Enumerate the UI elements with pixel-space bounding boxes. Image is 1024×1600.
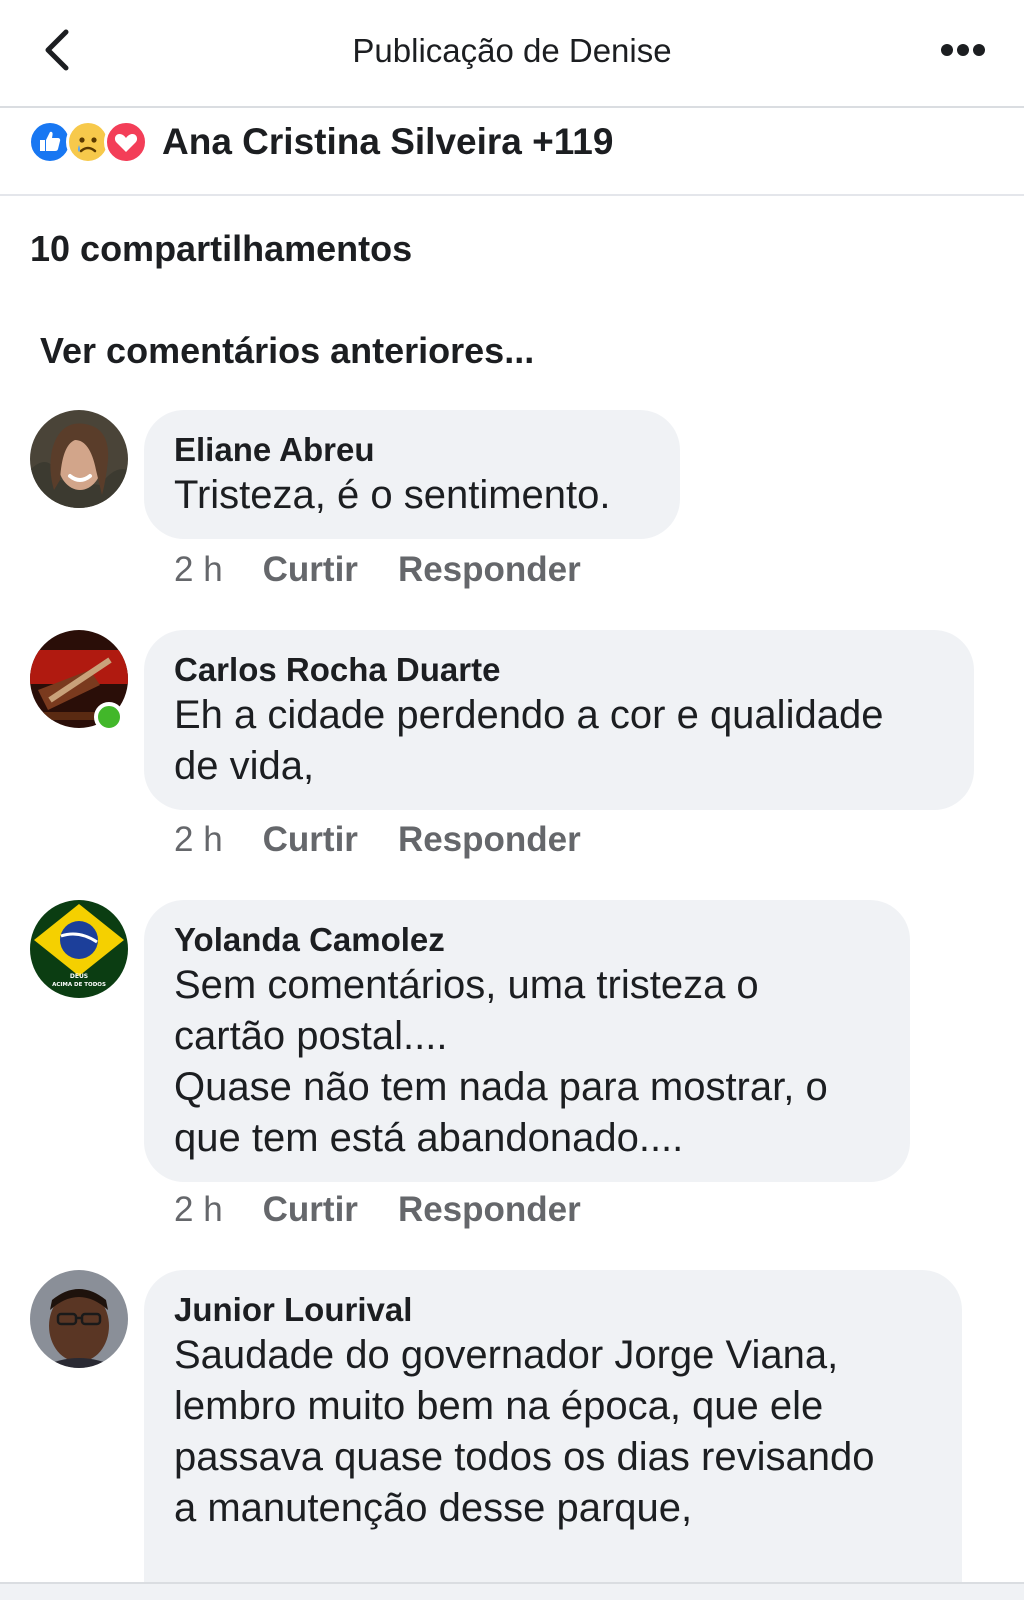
comment-author[interactable]: Junior Lourival xyxy=(174,1290,932,1330)
comment-bubble: Carlos Rocha Duarte Eh a cidade perdendo… xyxy=(144,630,974,810)
comment-text: Tristeza, é o sentimento. xyxy=(174,473,611,517)
like-comment-button[interactable]: Curtir xyxy=(263,550,358,590)
online-status-indicator xyxy=(94,702,124,732)
like-comment-button[interactable]: Curtir xyxy=(263,820,358,860)
comment-bubble: Eliane Abreu Tristeza, é o sentimento. xyxy=(144,410,680,539)
comment-author[interactable]: Carlos Rocha Duarte xyxy=(174,650,944,690)
page-title: Publicação de Denise xyxy=(352,32,672,69)
comment-text: Eh a cidade perdendo a cor e qualidade d… xyxy=(174,693,884,788)
comment-actions: 2 h Curtir Responder xyxy=(174,820,581,860)
comment-bubble: Yolanda Camolez Sem comentários, uma tri… xyxy=(144,900,910,1182)
comment-text: Saudade do governador Jorge Viana, lembr… xyxy=(174,1333,875,1530)
comment-actions: 2 h Curtir Responder xyxy=(174,1190,581,1230)
avatar[interactable]: DEUS ACIMA DE TODOS xyxy=(30,900,128,998)
reply-comment-button[interactable]: Responder xyxy=(398,1190,581,1230)
reactors-summary[interactable]: Ana Cristina Silveira +119 xyxy=(162,121,613,163)
svg-text:ACIMA DE TODOS: ACIMA DE TODOS xyxy=(52,982,106,988)
comment-timestamp[interactable]: 2 h xyxy=(174,550,223,590)
comment-text: Sem comentários, uma tristeza o cartão p… xyxy=(174,963,828,1160)
reply-comment-button[interactable]: Responder xyxy=(398,550,581,590)
comment-timestamp[interactable]: 2 h xyxy=(174,820,223,860)
comment-bubble: Junior Lourival Saudade do governador Jo… xyxy=(144,1270,962,1600)
avatar[interactable] xyxy=(30,1270,128,1368)
reply-comment-button[interactable]: Responder xyxy=(398,820,581,860)
svg-text:DEUS: DEUS xyxy=(70,973,88,980)
view-previous-comments-link[interactable]: Ver comentários anteriores... xyxy=(40,330,534,372)
comment-author[interactable]: Yolanda Camolez xyxy=(174,920,880,960)
comment-author[interactable]: Eliane Abreu xyxy=(174,430,650,470)
more-options-icon[interactable] xyxy=(940,42,986,58)
like-comment-button[interactable]: Curtir xyxy=(263,1190,358,1230)
avatar[interactable] xyxy=(30,410,128,508)
reaction-icons xyxy=(28,120,152,164)
shares-count[interactable]: 10 compartilhamentos xyxy=(30,228,412,270)
love-icon xyxy=(104,120,148,164)
bottom-divider xyxy=(0,1582,1024,1600)
comment-actions: 2 h Curtir Responder xyxy=(174,550,581,590)
top-bar: Publicação de Denise xyxy=(0,0,1024,108)
comment-timestamp[interactable]: 2 h xyxy=(174,1190,223,1230)
